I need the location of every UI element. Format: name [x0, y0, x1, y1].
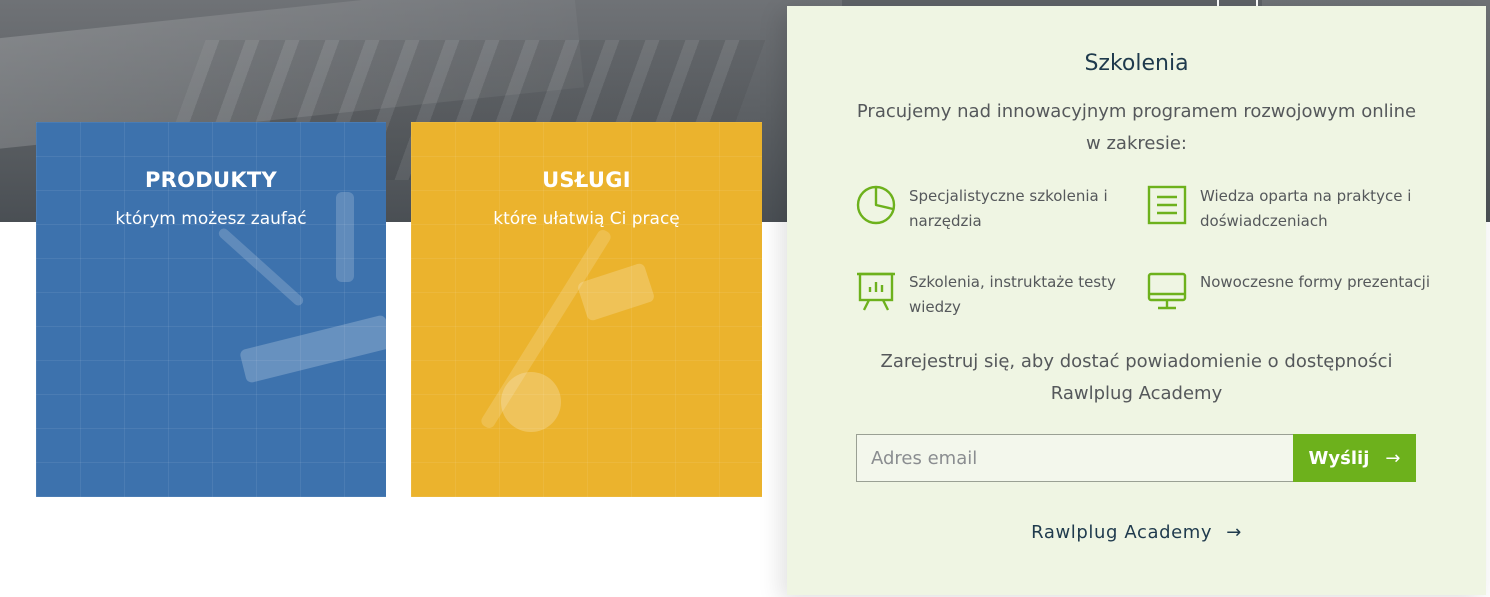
presentation-board-icon: [855, 270, 897, 312]
feature-text: Szkolenia, instruktaże testy wiedzy: [909, 273, 1116, 316]
send-button[interactable]: Wyślij →: [1293, 434, 1416, 482]
feature-item: Szkolenia, instruktaże testy wiedzy: [855, 270, 1139, 320]
monitor-icon: [1146, 270, 1188, 312]
rawlplug-academy-link[interactable]: Rawlplug Academy →: [787, 522, 1486, 543]
szkolenia-panel: Szkolenia Pracujemy nad innowacyjnym pro…: [787, 6, 1486, 595]
academy-link-label: Rawlplug Academy: [1031, 522, 1213, 543]
produkty-subtitle: którym możesz zaufać: [115, 209, 307, 229]
email-input[interactable]: [856, 434, 1294, 482]
panel-intro: Pracujemy nad innowacyjnym programem roz…: [856, 101, 1417, 154]
sleeve-anchor-graphic: [336, 192, 354, 282]
arrow-right-icon: →: [1385, 447, 1401, 469]
panel-title: Szkolenia: [1084, 51, 1189, 76]
feature-item: Wiedza oparta na praktyce i doświadczeni…: [1146, 184, 1430, 234]
feature-item: Specjalistyczne szkolenia i narzędzia: [855, 184, 1139, 234]
feature-text: Nowoczesne formy prezentacji: [1200, 273, 1430, 291]
feature-item: Nowoczesne formy prezentacji: [1146, 270, 1430, 312]
document-lines-icon: [1146, 184, 1188, 226]
register-text: Zarejestruj się, aby dostać powiadomieni…: [880, 351, 1393, 404]
pie-chart-icon: [855, 184, 897, 226]
uslugi-tile[interactable]: USŁUGI które ułatwią Ci pracę: [411, 122, 762, 497]
send-button-label: Wyślij: [1308, 447, 1370, 469]
feature-text: Wiedza oparta na praktyce i doświadczeni…: [1200, 187, 1412, 230]
uslugi-title: USŁUGI: [542, 168, 631, 192]
produkty-tile[interactable]: PRODUKTY którym możesz zaufać: [36, 122, 386, 497]
arrow-right-icon: →: [1226, 522, 1242, 543]
feature-text: Specjalistyczne szkolenia i narzędzia: [909, 187, 1108, 230]
uslugi-subtitle: które ułatwią Ci pracę: [493, 209, 680, 229]
produkty-title: PRODUKTY: [144, 168, 278, 192]
